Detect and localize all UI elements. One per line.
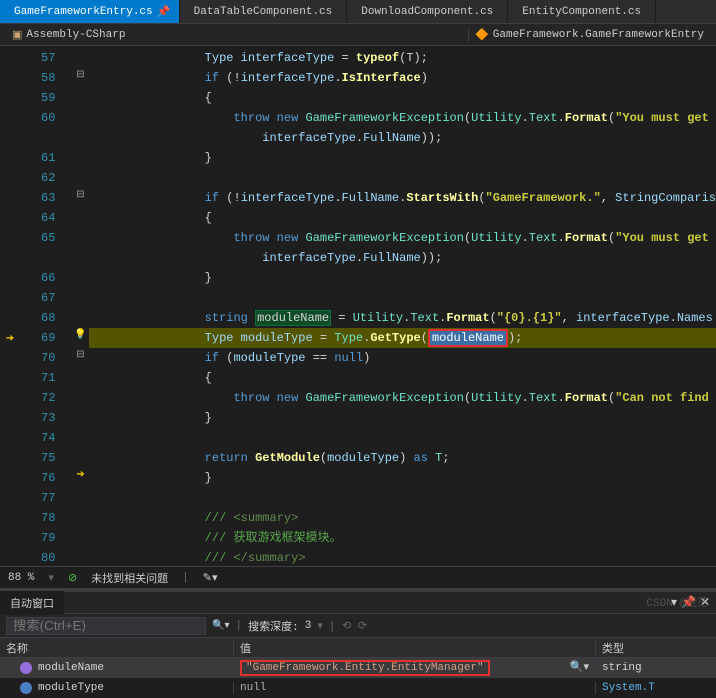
pin-icon: 📌 xyxy=(157,5,165,19)
file-tabs: GameFrameworkEntry.cs📌 DataTableComponen… xyxy=(0,0,716,24)
breadcrumb: ▣Assembly-CSharp 🔶GameFramework.GameFram… xyxy=(0,24,716,46)
check-icon: ⊘ xyxy=(68,571,77,585)
tab-downloadcomponent[interactable]: DownloadComponent.cs xyxy=(347,0,508,23)
brush-icon[interactable]: ✎▾ xyxy=(203,571,218,585)
depth-value[interactable]: 3 xyxy=(305,620,312,632)
tab-gameframeworkentry[interactable]: GameFrameworkEntry.cs📌 xyxy=(0,0,180,23)
debug-table-header: 名称 值 类型 xyxy=(0,638,716,658)
breadcrumb-project[interactable]: ▣Assembly-CSharp xyxy=(6,28,131,42)
autos-tab[interactable]: 自动窗口 xyxy=(0,591,64,615)
depth-label: 搜索深度: xyxy=(248,618,299,634)
status-bar: 88 % ▾ ⊘ 未找到相关问题 | ✎▾ xyxy=(0,566,716,588)
table-row[interactable]: moduleName"GameFramework.Entity.EntityMa… xyxy=(0,658,716,678)
breakpoint-gutter[interactable]: ➔ xyxy=(0,46,16,566)
search-icon: 🔍▾ xyxy=(570,660,589,674)
code-editor[interactable]: ➔ 57585960616263646566676869707172737475… xyxy=(0,46,716,566)
col-type[interactable]: 类型 xyxy=(596,640,716,656)
zoom-level[interactable]: 88 % xyxy=(8,572,34,584)
fold-gutter[interactable]: ⊟⊟💡⊟➔⊟ xyxy=(71,46,89,566)
search-input[interactable] xyxy=(6,617,206,635)
line-number-gutter: 5758596061626364656667686970717273747576… xyxy=(16,46,71,566)
search-icon[interactable]: 🔍▾ xyxy=(212,620,229,632)
panel-dropdown-icon[interactable]: ▾ xyxy=(671,595,677,610)
debug-panel-toolbar: 🔍▾ | 搜索深度: 3 ▾ | ⟲ ⟳ xyxy=(0,614,716,638)
breadcrumb-symbol[interactable]: 🔶GameFramework.GameFrameworkEntry xyxy=(468,28,710,42)
code-body[interactable]: Type interfaceType = typeof(T); if (!int… xyxy=(89,46,716,566)
tab-datatablecomponent[interactable]: DataTableComponent.cs xyxy=(180,0,348,23)
col-name[interactable]: 名称 xyxy=(0,640,234,656)
debug-panel-tabs: 自动窗口 ▾ 📌 ✕ xyxy=(0,592,716,614)
panel-pin-icon[interactable]: 📌 xyxy=(681,595,696,610)
tab-entitycomponent[interactable]: EntityComponent.cs xyxy=(508,0,656,23)
debug-table-body: moduleName"GameFramework.Entity.EntityMa… xyxy=(0,658,716,698)
col-value[interactable]: 值 xyxy=(234,640,596,656)
table-row[interactable]: moduleTypenullSystem.T xyxy=(0,678,716,698)
panel-close-icon[interactable]: ✕ xyxy=(700,595,710,610)
issues-status: 未找到相关问题 xyxy=(91,570,168,586)
